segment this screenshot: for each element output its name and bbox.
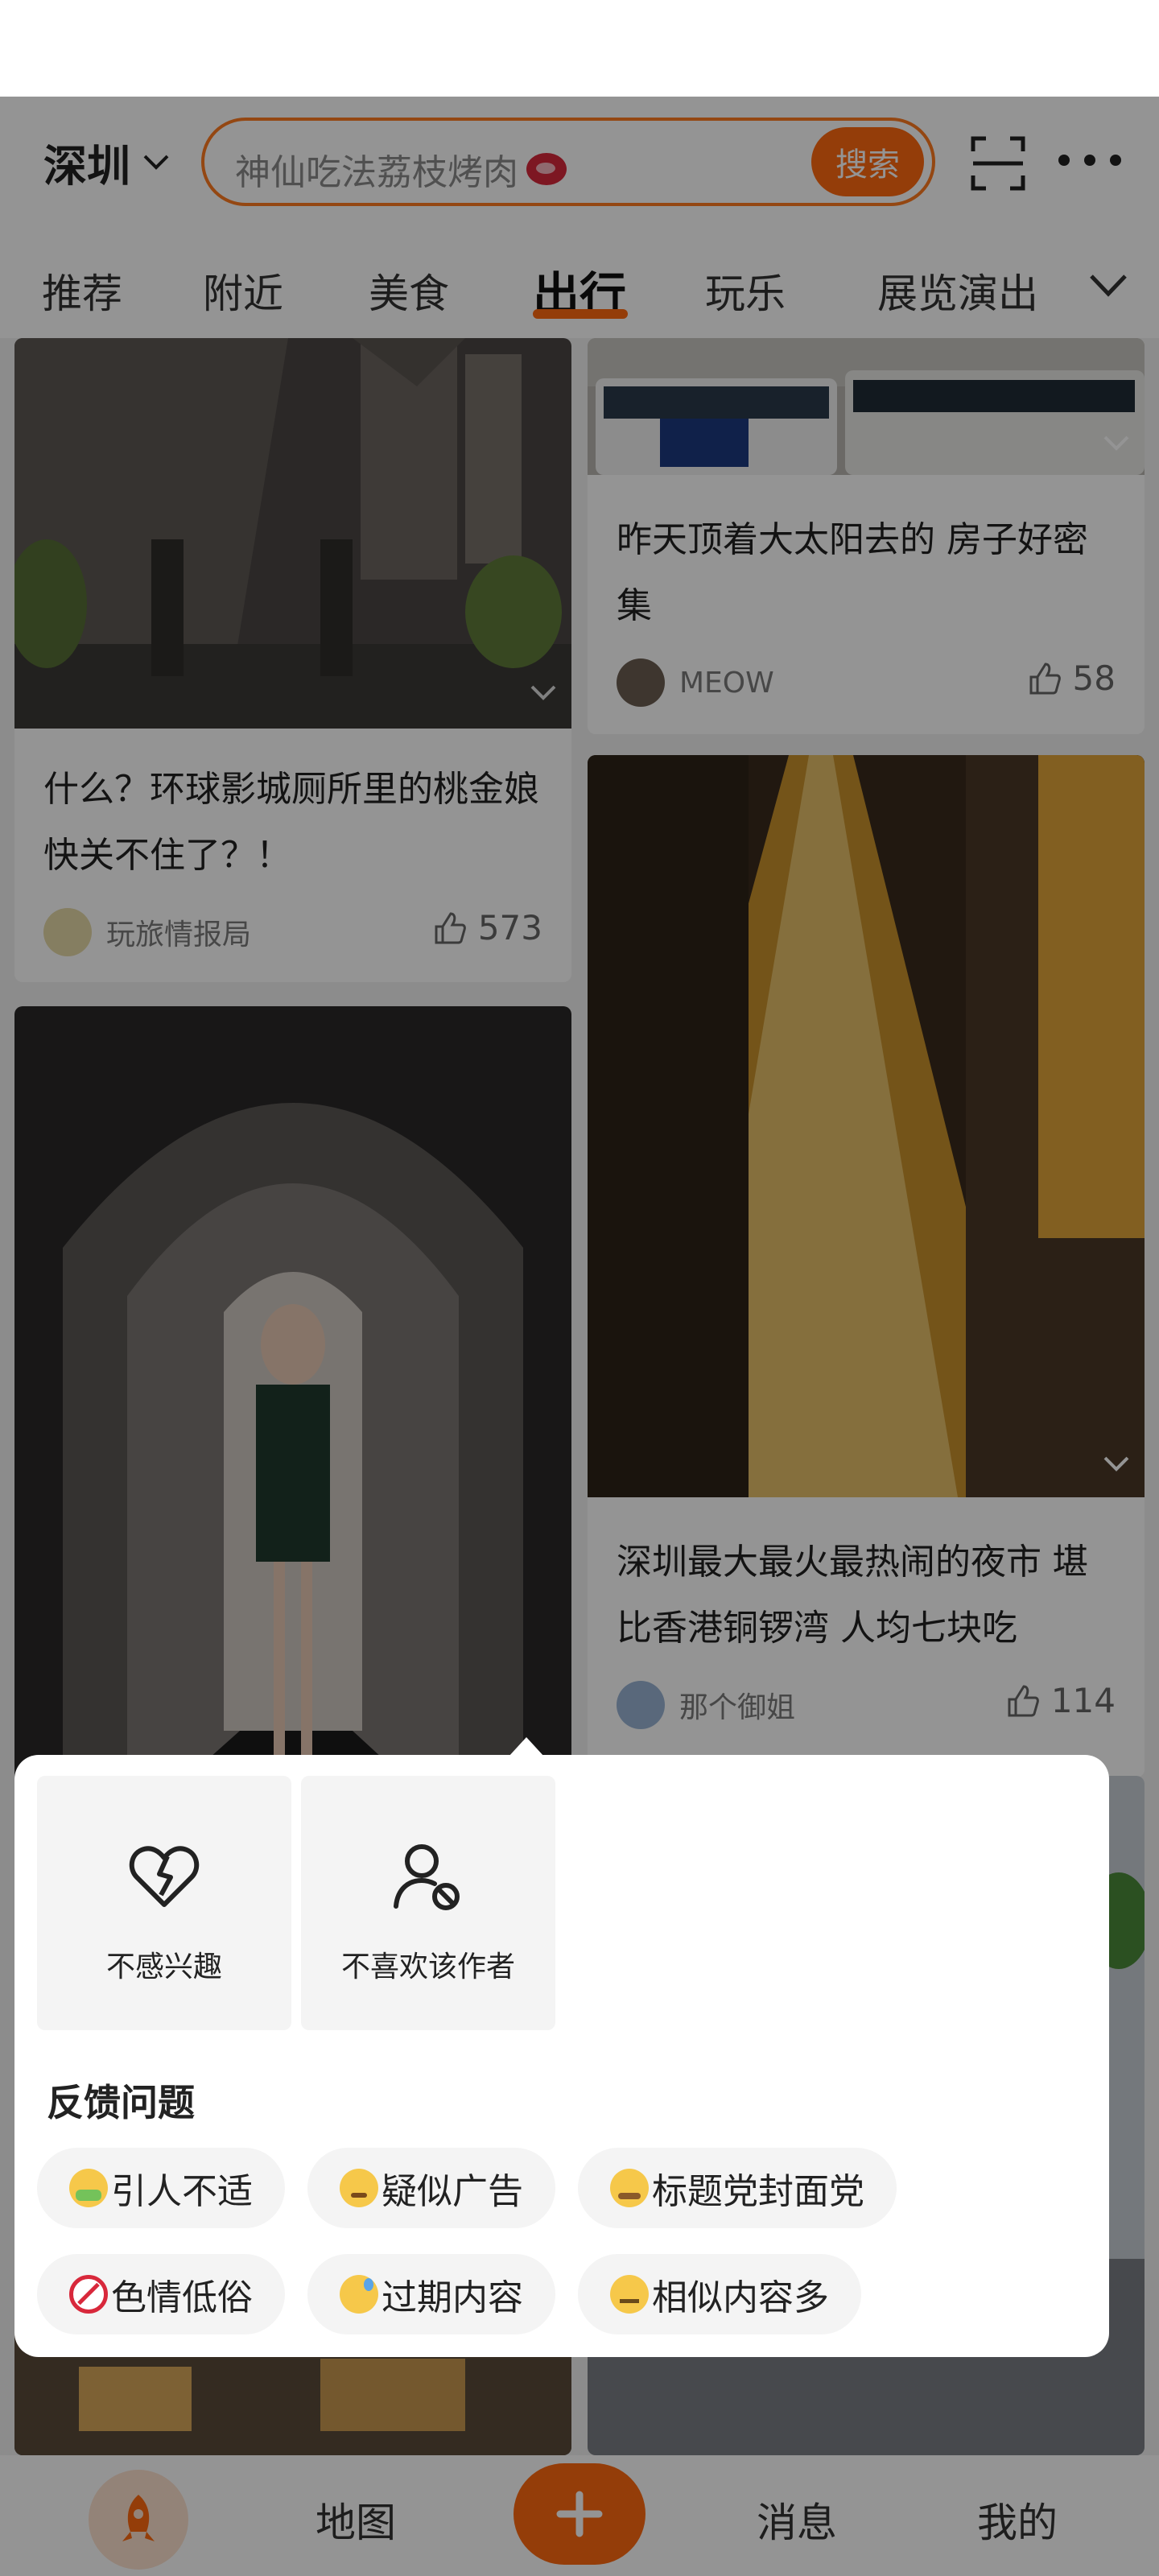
- chip-label: 过期内容: [382, 2277, 523, 2318]
- chip-label: 相似内容多: [652, 2277, 829, 2318]
- chip-label: 引人不适: [111, 2171, 253, 2212]
- feedback-popup: 不感兴趣 不喜欢该作者 反馈问题 引人不适 疑似广告 标题党封面党 色情低俗 过…: [14, 1755, 1109, 2357]
- chip-label: 色情低俗: [111, 2277, 253, 2318]
- dislike-author-button[interactable]: 不喜欢该作者: [301, 1776, 555, 2030]
- action-label: 不感兴趣: [105, 1951, 222, 1984]
- feedback-title: 反馈问题: [47, 2081, 195, 2124]
- chip-label: 标题党封面党: [652, 2171, 864, 2212]
- broken-heart-icon: [129, 1846, 200, 1907]
- block-user-icon: [394, 1844, 460, 1910]
- thinking-emoji-icon: [340, 2169, 378, 2207]
- popup-caret: [509, 1737, 544, 1757]
- sick-emoji-icon: [69, 2169, 108, 2207]
- neutral-face-emoji-icon: [610, 2275, 649, 2314]
- feedback-chip-discomfort[interactable]: 引人不适: [37, 2148, 285, 2228]
- feedback-chip-ad[interactable]: 疑似广告: [307, 2148, 555, 2228]
- feedback-chip-outdated[interactable]: 过期内容: [307, 2254, 555, 2334]
- feedback-chip-similar[interactable]: 相似内容多: [578, 2254, 861, 2334]
- feedback-chip-vulgar[interactable]: 色情低俗: [37, 2254, 285, 2334]
- steam-emoji-icon: [610, 2169, 649, 2207]
- no-under-18-icon: [69, 2275, 108, 2314]
- action-label: 不喜欢该作者: [340, 1951, 515, 1984]
- chip-label: 疑似广告: [382, 2171, 523, 2212]
- sweat-smile-emoji-icon: [340, 2275, 378, 2314]
- not-interested-button[interactable]: 不感兴趣: [37, 1776, 291, 2030]
- status-bar: [0, 0, 1159, 97]
- feedback-chip-clickbait[interactable]: 标题党封面党: [578, 2148, 897, 2228]
